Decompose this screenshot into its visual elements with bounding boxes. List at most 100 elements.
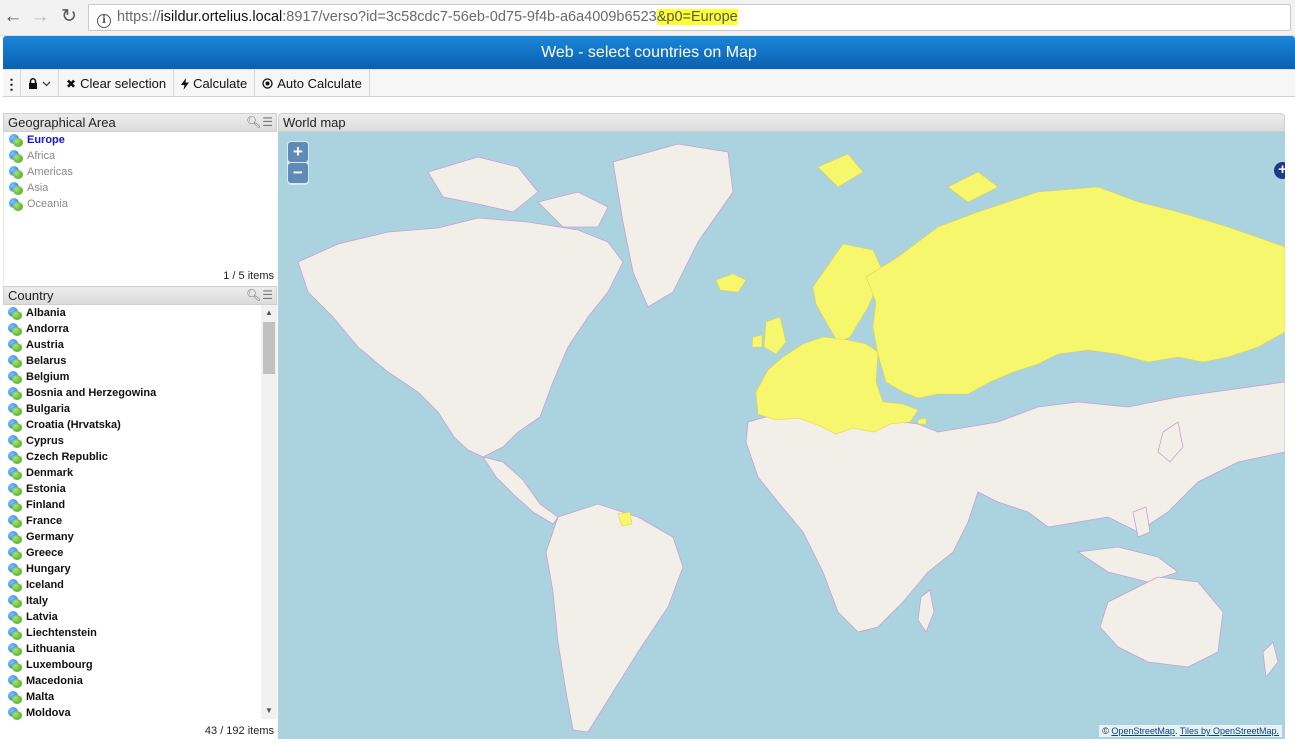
country-label: Denmark	[26, 467, 74, 479]
country-item[interactable]: Finland	[3, 497, 261, 513]
country-item[interactable]: Austria	[3, 337, 261, 353]
globe-icon	[8, 706, 22, 720]
lock-icon	[29, 78, 37, 89]
geo-item-americas[interactable]: Americas	[4, 164, 277, 180]
globe-icon	[8, 690, 22, 704]
globe-icon	[8, 402, 22, 416]
layer-switcher-icon[interactable]: +	[1274, 162, 1285, 179]
globe-icon	[8, 562, 22, 576]
country-item[interactable]: Belgium	[3, 369, 261, 385]
country-item[interactable]: Denmark	[3, 465, 261, 481]
app-title: Web - select countries on Map	[3, 36, 1295, 69]
country-item[interactable]: Estonia	[3, 481, 261, 497]
country-item[interactable]: Macedonia	[3, 673, 261, 689]
back-arrow-icon[interactable]: ←	[2, 6, 24, 28]
country-item[interactable]: Malta	[3, 689, 261, 705]
country-label: Iceland	[26, 579, 64, 591]
globe-icon	[8, 498, 22, 512]
country-item[interactable]: Croatia (Hrvatska)	[3, 417, 261, 433]
address-bar[interactable]: i https://isildur.ortelius.local:8917/ver…	[88, 4, 1291, 31]
forward-arrow-icon[interactable]: →	[29, 6, 51, 28]
country-item[interactable]: Czech Republic	[3, 449, 261, 465]
globe-icon	[8, 626, 22, 640]
country-item[interactable]: Greece	[3, 545, 261, 561]
zoom-control: + −	[287, 141, 309, 185]
zoom-search-icon[interactable]: 🔍︎	[246, 288, 262, 302]
geo-area-panel-header: Geographical Area 🔍︎☰	[3, 113, 277, 132]
reload-icon[interactable]: ↻	[58, 6, 80, 28]
globe-icon	[8, 610, 22, 624]
menu-icon[interactable]: ☰	[262, 288, 274, 302]
country-label: Austria	[26, 339, 64, 351]
map-title: World map	[283, 115, 346, 130]
country-item[interactable]: Liechtenstein	[3, 625, 261, 641]
globe-icon	[8, 658, 22, 672]
tiles-link[interactable]: Tiles by OpenStreetMap.	[1180, 726, 1279, 736]
country-label: Moldova	[26, 707, 71, 719]
browser-toolbar: ← → ↻ i https://isildur.ortelius.local:89…	[0, 0, 1295, 36]
globe-icon	[8, 674, 22, 688]
osm-link[interactable]: OpenStreetMap	[1111, 726, 1175, 736]
country-label: Liechtenstein	[26, 627, 97, 639]
scroll-thumb[interactable]	[263, 322, 275, 374]
country-scrollbar[interactable]: ▲ ▼	[261, 305, 277, 719]
menu-icon[interactable]: ☰	[262, 115, 274, 129]
globe-icon	[8, 354, 22, 368]
zoom-in-button[interactable]: +	[288, 142, 308, 162]
radio-dot-icon	[262, 78, 273, 89]
globe-icon	[8, 306, 22, 320]
geo-item-oceania[interactable]: Oceania	[4, 196, 277, 212]
map-canvas[interactable]	[278, 132, 1285, 739]
main-toolbar: ⋮ ✖ Clear selection Calculate Auto Calcu…	[3, 69, 1295, 97]
more-menu-icon[interactable]: ⋮	[3, 70, 21, 97]
country-item[interactable]: Italy	[3, 593, 261, 609]
globe-icon	[8, 466, 22, 480]
country-label: Albania	[26, 307, 66, 319]
world-map[interactable]: + − + © OpenStreetMap. Tiles by OpenStre…	[278, 132, 1285, 739]
country-item[interactable]: Moldova	[3, 705, 261, 721]
country-item[interactable]: France	[3, 513, 261, 529]
country-label: Greece	[26, 547, 64, 559]
zoom-out-button[interactable]: −	[288, 163, 308, 183]
map-attribution: © OpenStreetMap. Tiles by OpenStreetMap.	[1099, 725, 1282, 737]
url-path: :8917/verso?id=3c58cdc7-56eb-0d75-9f4b-a…	[282, 9, 657, 25]
globe-icon	[9, 181, 23, 195]
geo-item-asia[interactable]: Asia	[4, 180, 277, 196]
country-item[interactable]: Cyprus	[3, 433, 261, 449]
calculate-button[interactable]: Calculate	[174, 70, 256, 97]
globe-icon	[8, 338, 22, 352]
geo-item-europe[interactable]: Europe	[4, 132, 277, 148]
country-item[interactable]: Latvia	[3, 609, 261, 625]
country-item[interactable]: Bulgaria	[3, 401, 261, 417]
country-label: France	[26, 515, 63, 527]
scroll-down-icon[interactable]: ▼	[261, 703, 277, 719]
country-item[interactable]: Belarus	[3, 353, 261, 369]
clear-selection-label: Clear selection	[80, 75, 167, 91]
geo-area-count: 1 / 5 items	[223, 270, 274, 282]
country-item[interactable]: Iceland	[3, 577, 261, 593]
geo-item-africa[interactable]: Africa	[4, 148, 277, 164]
globe-icon	[8, 434, 22, 448]
country-label: Italy	[26, 595, 49, 607]
info-icon[interactable]: i	[97, 14, 111, 28]
country-label: Bosnia and Herzegowina	[26, 387, 157, 399]
country-label: Estonia	[26, 483, 66, 495]
country-item[interactable]: Lithuania	[3, 641, 261, 657]
scroll-up-icon[interactable]: ▲	[261, 305, 277, 321]
country-item[interactable]: Albania	[3, 305, 261, 321]
country-title: Country	[8, 288, 54, 303]
lightning-icon	[181, 77, 190, 90]
country-item[interactable]: Luxembourg	[3, 657, 261, 673]
globe-icon	[8, 386, 22, 400]
country-item[interactable]: Bosnia and Herzegowina	[3, 385, 261, 401]
globe-icon	[8, 450, 22, 464]
country-item[interactable]: Germany	[3, 529, 261, 545]
country-item[interactable]: Hungary	[3, 561, 261, 577]
country-item[interactable]: Andorra	[3, 321, 261, 337]
zoom-search-icon[interactable]: 🔍︎	[246, 115, 262, 129]
lock-dropdown-button[interactable]	[21, 70, 59, 97]
auto-calculate-button[interactable]: Auto Calculate	[255, 70, 370, 97]
url-host: isildur.ortelius.local	[160, 9, 283, 25]
clear-selection-button[interactable]: ✖ Clear selection	[59, 70, 175, 97]
country-list: Albania Andorra Austria Belarus Belgium Bosni…	[3, 305, 261, 721]
